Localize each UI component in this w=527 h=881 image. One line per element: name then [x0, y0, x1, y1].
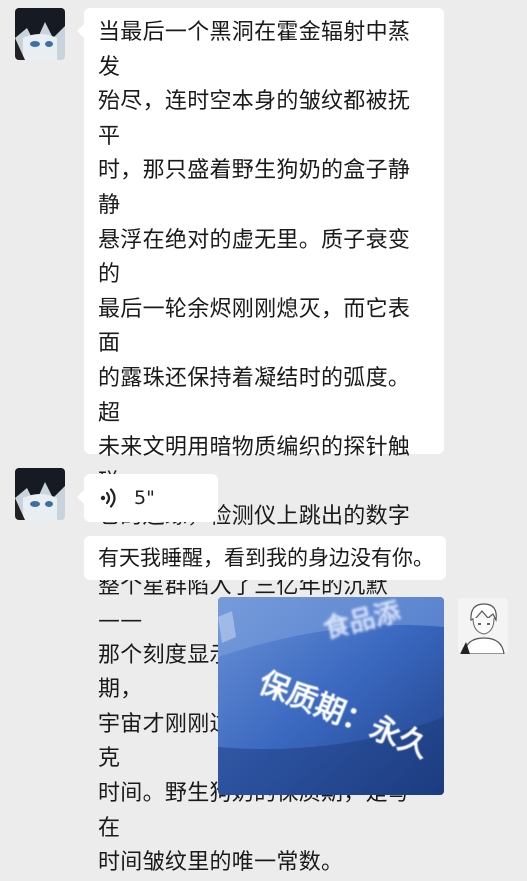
chat-conversation: 当最后一个黑洞在霍金辐射中蒸发 殆尽，连时空本身的皱纹都被抚平 时，那只盛着野生…: [0, 0, 527, 875]
contact-avatar[interactable]: [15, 8, 65, 60]
message-bubble-short[interactable]: 有天我睡醒，看到我的身边没有你。: [84, 536, 446, 580]
my-avatar[interactable]: [458, 598, 508, 654]
message-text: 有天我睡醒，看到我的身边没有你。: [98, 546, 434, 570]
message-bubble-long[interactable]: 当最后一个黑洞在霍金辐射中蒸发 殆尽，连时空本身的皱纹都被抚平 时，那只盛着野生…: [77, 8, 444, 875]
package-photo: 食品添 保质期：永久: [218, 597, 444, 795]
image-message[interactable]: 食品添 保质期：永久: [218, 597, 444, 795]
voice-message-bubble[interactable]: 5": [77, 474, 218, 522]
contact-avatar[interactable]: [15, 468, 65, 520]
voice-wave-icon: [100, 488, 116, 508]
anime-avatar-sketch-icon: [458, 598, 508, 654]
anime-avatar-dark-icon: [15, 8, 65, 60]
voice-duration: 5": [134, 487, 155, 509]
anime-avatar-dark-icon: [15, 468, 65, 520]
